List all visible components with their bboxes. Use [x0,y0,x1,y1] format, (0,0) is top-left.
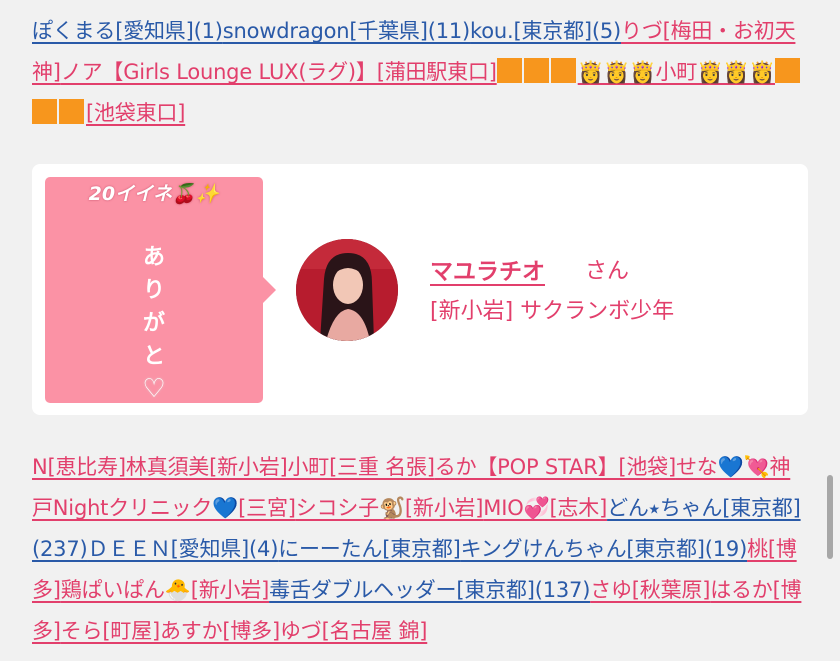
name-link[interactable]: るか【POP STAR】[池袋] [435,455,676,479]
name-link[interactable]: そら[町屋] [61,619,160,643]
name-link[interactable]: ゆづ[名古屋 錦] [280,619,427,643]
avatar[interactable] [296,239,398,341]
bottom-name-list: N[恵比寿]林真須美[新小岩]小町[三重 名張]るか【POP STAR】[池袋]… [32,447,808,652]
orange-square-icon [523,58,549,83]
name-link[interactable]: ぽくまる[愛知県](1) [32,19,223,43]
name-link[interactable]: 小町[三重 名張] [288,455,435,479]
thanks-char: と [142,344,165,369]
orange-square-icon [550,58,576,83]
thanks-message: あ り が と ♡ [45,241,263,406]
orange-square-icon [32,99,57,124]
name-link[interactable]: N[恵比寿] [32,455,126,479]
name-link[interactable]: snowdragon[千葉県](11) [223,19,470,43]
name-link[interactable]: 林真須美[新小岩] [126,455,288,479]
name-link[interactable]: ノア【Girls Lounge LUX(ラグ)】[蒲田駅東口] [61,60,497,84]
honorific: さん [585,259,630,284]
name-link[interactable]: 鶏ぱいぱん🐣[新小岩] [61,578,270,602]
name-link[interactable]: kou.[東京都](5) [470,19,621,43]
thanks-card: 20イイネ🍒✨ あ り が と ♡ マユラチオ さん [新小岩] サクランボ少年 [32,164,808,415]
thanks-char: あ [142,245,165,270]
orange-square-icon [496,58,522,83]
top-name-list: ぽくまる[愛知県](1)snowdragon[千葉県](11)kou.[東京都]… [32,11,808,134]
name-link[interactable]: ＤＥＥＮ[愛知県](4) [87,537,278,561]
name-link[interactable]: にーーたん[東京都] [278,537,461,561]
name-link[interactable]: あすか[博多] [160,619,280,643]
thanks-char: り [142,278,165,303]
avatar-photo [296,239,398,341]
name-link[interactable]: [池袋東口] [86,101,185,125]
name-link[interactable]: さゆ[秋葉原] [590,578,710,602]
name-link[interactable]: MIO💞[志木] [483,496,607,520]
white-heart-icon: ♡ [142,374,166,404]
orange-square-icon [59,99,84,124]
thanks-char: が [142,311,165,336]
likes-count: 20イイネ🍒✨ [88,183,220,205]
scrollbar[interactable] [827,475,833,559]
shop-info: [新小岩] サクランボ少年 [430,299,675,324]
orange-square-icon [775,58,800,83]
name-link[interactable]: 毒舌ダブルヘッダー[東京都](137) [269,578,590,602]
name-link[interactable]: キングけんちゃん[東京都](19) [461,537,748,561]
cast-name-link[interactable]: マユラチオ [430,252,545,286]
thanks-box: 20イイネ🍒✨ あ り が と ♡ [45,177,276,406]
name-link[interactable]: 👸👸👸小町👸👸👸 [578,60,775,84]
name-link[interactable]: シコシ子🐒[新小岩] [296,496,484,520]
